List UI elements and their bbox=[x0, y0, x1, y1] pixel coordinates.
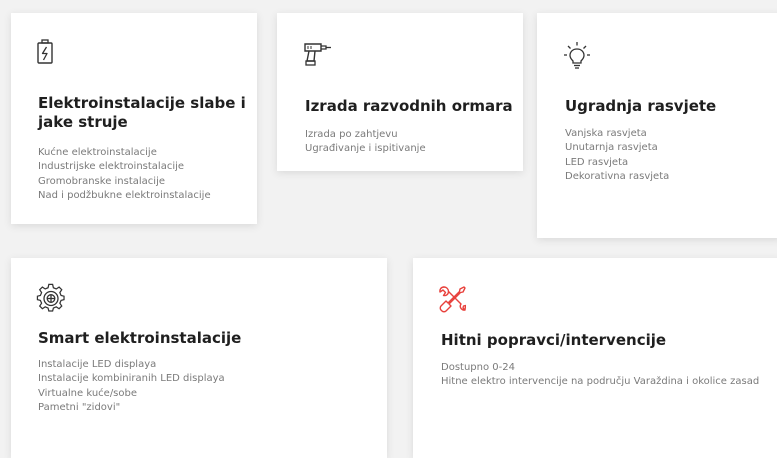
list-item: Nad i podžbukne elektroinstalacije bbox=[38, 189, 211, 201]
list-item: Instalacije LED displaya bbox=[38, 359, 157, 370]
service-card-distribution-cabinets: Izrada razvodnih ormara Izrada po zahtje… bbox=[277, 13, 523, 171]
card-title: Elektroinstalacije slabe i jake struje bbox=[38, 94, 246, 131]
list-item: Kućne elektroinstalacije bbox=[38, 147, 157, 158]
service-card-emergency-repairs: Hitni popravci/intervencije Dostupno 0-2… bbox=[413, 258, 777, 458]
list-item: Hitne elektro intervencije na području V… bbox=[441, 376, 760, 388]
smart-gear-icon bbox=[36, 283, 65, 312]
list-item: Gromobranske instalacije bbox=[38, 175, 166, 187]
card-title: Izrada razvodnih ormara bbox=[305, 97, 513, 115]
card-item-list: Izrada po zahtjevu Ugrađivanje i ispitiv… bbox=[305, 128, 426, 157]
list-item: Unutarnja rasvjeta bbox=[565, 142, 658, 154]
lightbulb-icon bbox=[564, 42, 590, 69]
card-title: Ugradnja rasvjete bbox=[565, 97, 717, 115]
battery-charge-icon bbox=[37, 39, 53, 64]
list-item: Ugrađivanje i ispitivanje bbox=[305, 143, 426, 155]
list-item: Dekorativna rasvjeta bbox=[565, 170, 670, 182]
tools-icon bbox=[439, 286, 466, 313]
list-item: Izrada po zahtjevu bbox=[305, 129, 398, 140]
list-item: Instalacije kombiniranih LED displaya bbox=[38, 373, 225, 385]
card-item-list: Instalacije LED displaya Instalacije kom… bbox=[38, 358, 225, 415]
list-item: Pametni "zidovi" bbox=[38, 401, 121, 413]
service-card-smart-installations: Smart elektroinstalacije Instalacije LED… bbox=[11, 258, 387, 458]
card-item-list: Dostupno 0-24 Hitne elektro intervencije… bbox=[441, 361, 759, 390]
list-item: Virtualne kuće/sobe bbox=[38, 387, 138, 399]
service-card-electrical-installations: Elektroinstalacije slabe i jake struje K… bbox=[11, 13, 257, 224]
card-item-list: Vanjska rasvjeta Unutarnja rasvjeta LED … bbox=[565, 127, 669, 184]
card-title: Hitni popravci/intervencije bbox=[441, 331, 667, 349]
list-item: Industrijske elektroinstalacije bbox=[38, 161, 185, 173]
drill-icon bbox=[304, 43, 331, 66]
list-item: LED rasvjeta bbox=[565, 156, 629, 168]
service-card-lighting: Ugradnja rasvjete Vanjska rasvjeta Unuta… bbox=[537, 13, 777, 238]
list-item: Dostupno 0-24 bbox=[441, 362, 515, 373]
list-item: Vanjska rasvjeta bbox=[565, 128, 647, 139]
card-title: Smart elektroinstalacije bbox=[38, 329, 242, 347]
card-item-list: Kućne elektroinstalacije Industrijske el… bbox=[38, 146, 211, 203]
